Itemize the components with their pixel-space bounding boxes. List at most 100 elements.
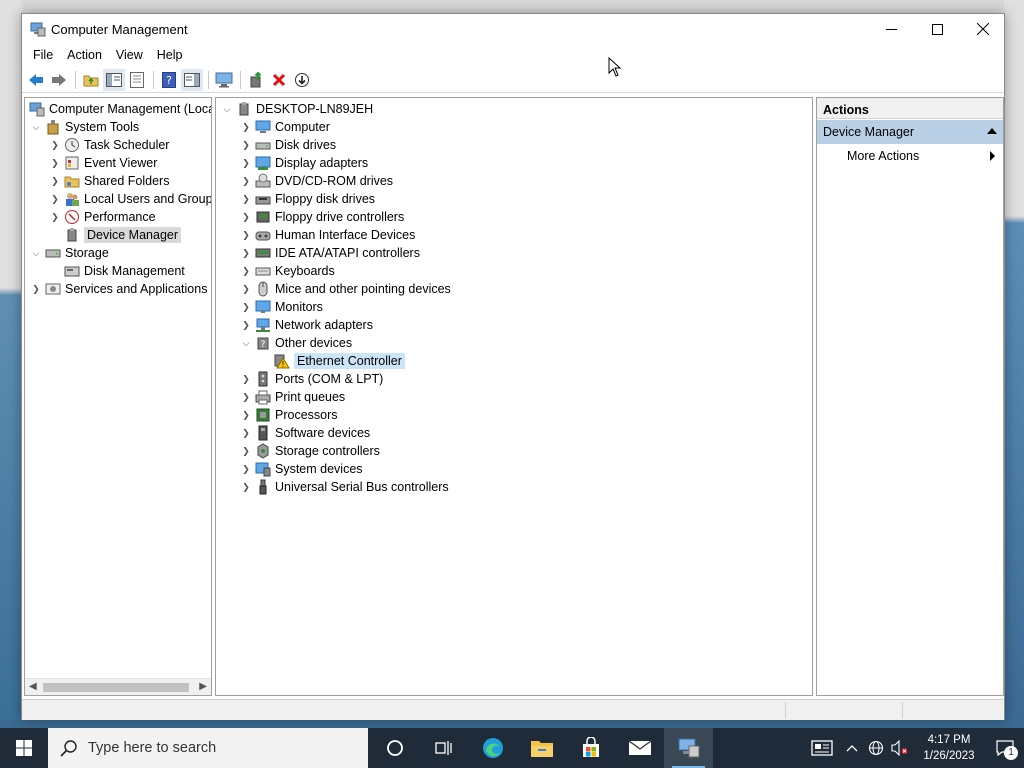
device-category-universal-serial-bus-controllers[interactable]: ❯ Universal Serial Bus controllers bbox=[239, 478, 449, 496]
title-bar[interactable]: Computer Management bbox=[22, 14, 1004, 44]
forward-arrow-icon[interactable] bbox=[48, 69, 70, 91]
device-category-storage-controllers[interactable]: ❯ Storage controllers bbox=[239, 442, 380, 460]
edge-browser-button[interactable] bbox=[468, 728, 517, 768]
device-category-ports-com-lpt[interactable]: ❯ Ports (COM & LPT) bbox=[239, 370, 383, 388]
scrollbar-thumb[interactable] bbox=[43, 683, 189, 692]
tree-item-task-scheduler[interactable]: ❯ Task Scheduler bbox=[48, 136, 169, 154]
expander-expanded[interactable]: ⌵ bbox=[29, 244, 43, 262]
scroll-left-arrow-icon[interactable]: ◀ bbox=[29, 681, 37, 692]
file-explorer-button[interactable] bbox=[517, 728, 566, 768]
device-category-computer[interactable]: ❯ Computer bbox=[239, 118, 330, 136]
scroll-right-arrow-icon[interactable]: ▶ bbox=[199, 681, 207, 692]
expander-collapsed[interactable]: ❯ bbox=[48, 208, 62, 226]
tree-item-event-viewer[interactable]: ❯ Event Viewer bbox=[48, 154, 157, 172]
help-icon[interactable]: ? bbox=[158, 69, 180, 91]
tree-item-storage[interactable]: ⌵ Storage bbox=[29, 244, 109, 262]
expander-collapsed[interactable]: ❯ bbox=[239, 298, 253, 316]
device-tree-root[interactable]: ⌵ DESKTOP-LN89JEH bbox=[220, 100, 373, 118]
device-category-floppy-drive-controllers[interactable]: ❯ Floppy drive controllers bbox=[239, 208, 404, 226]
menu-view[interactable]: View bbox=[109, 48, 150, 62]
device-category-processors[interactable]: ❯ Processors bbox=[239, 406, 337, 424]
expander-collapsed[interactable]: ❯ bbox=[48, 190, 62, 208]
device-category-other-devices[interactable]: ⌵? Other devices bbox=[239, 334, 353, 352]
expander-collapsed[interactable]: ❯ bbox=[239, 460, 253, 478]
expander-expanded[interactable]: ⌵ bbox=[239, 334, 253, 352]
tree-item-services-and-applications[interactable]: ❯ Services and Applications bbox=[29, 280, 207, 298]
volume-button[interactable] bbox=[888, 728, 912, 768]
tree-item-local-users-and-groups[interactable]: ❯ Local Users and Groups bbox=[48, 190, 211, 208]
expander-collapsed[interactable]: ❯ bbox=[239, 442, 253, 460]
show-hidden-icons-button[interactable] bbox=[840, 728, 864, 768]
news-widget-button[interactable] bbox=[804, 728, 840, 768]
horizontal-scrollbar[interactable]: ◀ ▶ bbox=[25, 678, 211, 695]
expander-collapsed[interactable]: ❯ bbox=[48, 136, 62, 154]
expander-collapsed[interactable]: ❯ bbox=[239, 424, 253, 442]
device-category-human-interface-devices[interactable]: ❯ Human Interface Devices bbox=[239, 226, 415, 244]
expander-collapsed[interactable]: ❯ bbox=[239, 388, 253, 406]
expander-collapsed[interactable]: ❯ bbox=[239, 136, 253, 154]
device-category-ethernet-controller[interactable]: ! Ethernet Controller bbox=[258, 352, 405, 370]
expander-collapsed[interactable]: ❯ bbox=[239, 262, 253, 280]
tree-item-disk-management[interactable]: Disk Management bbox=[48, 262, 185, 280]
menu-file[interactable]: File bbox=[26, 48, 60, 62]
close-button[interactable] bbox=[960, 14, 1006, 44]
device-category-dvd-cd-rom-drives[interactable]: ❯ DVD/CD-ROM drives bbox=[239, 172, 393, 190]
expander-collapsed[interactable]: ❯ bbox=[239, 244, 253, 262]
microsoft-store-button[interactable] bbox=[566, 728, 615, 768]
device-category-monitors[interactable]: ❯ Monitors bbox=[239, 298, 323, 316]
device-category-disk-drives[interactable]: ❯ Disk drives bbox=[239, 136, 336, 154]
taskbar-search-box[interactable]: Type here to search bbox=[48, 728, 368, 768]
enable-device-icon[interactable] bbox=[291, 69, 313, 91]
show-hide-console-tree-icon[interactable] bbox=[103, 68, 125, 91]
device-category-mice-and-other-pointing-devices[interactable]: ❯ Mice and other pointing devices bbox=[239, 280, 451, 298]
cortana-button[interactable] bbox=[370, 728, 419, 768]
device-category-system-devices[interactable]: ❯ System devices bbox=[239, 460, 363, 478]
minimize-button[interactable] bbox=[868, 14, 914, 44]
device-category-display-adapters[interactable]: ❯ Display adapters bbox=[239, 154, 368, 172]
expander-collapsed[interactable]: ❯ bbox=[239, 118, 253, 136]
actions-device-manager-section[interactable]: Device Manager bbox=[817, 120, 1003, 144]
network-status-button[interactable] bbox=[864, 728, 888, 768]
tree-item-device-manager[interactable]: Device Manager bbox=[48, 226, 182, 244]
tree-item-system-tools[interactable]: ⌵ System Tools bbox=[29, 118, 139, 136]
uninstall-device-icon[interactable] bbox=[268, 69, 290, 91]
notification-center-button[interactable]: 1 bbox=[986, 728, 1024, 768]
expander-collapsed[interactable]: ❯ bbox=[239, 316, 253, 334]
clock[interactable]: 4:17 PM 1/26/2023 bbox=[912, 732, 986, 764]
properties-icon[interactable] bbox=[126, 69, 148, 91]
maximize-button[interactable] bbox=[914, 14, 960, 44]
device-category-floppy-disk-drives[interactable]: ❯ Floppy disk drives bbox=[239, 190, 375, 208]
tree-item-shared-folders[interactable]: ❯ Shared Folders bbox=[48, 172, 169, 190]
update-driver-icon[interactable] bbox=[245, 69, 267, 91]
expander-collapsed[interactable]: ❯ bbox=[29, 280, 43, 298]
mail-button[interactable] bbox=[615, 728, 664, 768]
expander-collapsed[interactable]: ❯ bbox=[239, 154, 253, 172]
device-category-print-queues[interactable]: ❯ Print queues bbox=[239, 388, 345, 406]
expander-collapsed[interactable]: ❯ bbox=[239, 226, 253, 244]
device-category-keyboards[interactable]: ❯ Keyboards bbox=[239, 262, 335, 280]
show-hide-action-pane-icon[interactable] bbox=[181, 68, 203, 91]
expander-expanded[interactable]: ⌵ bbox=[29, 118, 43, 136]
device-category-software-devices[interactable]: ❯ Software devices bbox=[239, 424, 370, 442]
tree-item-computer-management[interactable]: Computer Management (Local bbox=[27, 100, 211, 118]
expander-collapsed[interactable]: ❯ bbox=[239, 478, 253, 496]
tree-item-performance[interactable]: ❯ Performance bbox=[48, 208, 156, 226]
monitor-icon[interactable] bbox=[213, 69, 235, 91]
expander-expanded[interactable]: ⌵ bbox=[220, 100, 234, 118]
up-folder-icon[interactable] bbox=[80, 69, 102, 91]
start-button[interactable] bbox=[0, 728, 48, 768]
expander-collapsed[interactable]: ❯ bbox=[239, 208, 253, 226]
computer-management-taskbar-button[interactable] bbox=[664, 728, 713, 768]
menu-help[interactable]: Help bbox=[150, 48, 190, 62]
back-arrow-icon[interactable] bbox=[25, 69, 47, 91]
expander-collapsed[interactable]: ❯ bbox=[239, 172, 253, 190]
expander-collapsed[interactable]: ❯ bbox=[239, 406, 253, 424]
more-actions-item[interactable]: More Actions bbox=[817, 144, 1003, 168]
device-category-ide-ata-atapi-controllers[interactable]: ❯ IDE ATA/ATAPI controllers bbox=[239, 244, 420, 262]
expander-collapsed[interactable]: ❯ bbox=[239, 370, 253, 388]
expander-collapsed[interactable]: ❯ bbox=[48, 172, 62, 190]
expander-collapsed[interactable]: ❯ bbox=[48, 154, 62, 172]
expander-collapsed[interactable]: ❯ bbox=[239, 280, 253, 298]
collapse-up-icon[interactable] bbox=[987, 128, 997, 134]
task-view-button[interactable] bbox=[419, 728, 468, 768]
